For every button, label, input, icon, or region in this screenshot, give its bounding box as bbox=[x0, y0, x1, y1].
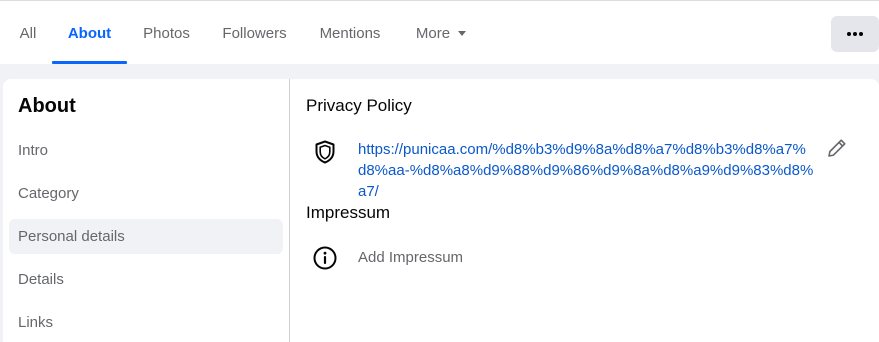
tab-more-label: More bbox=[415, 24, 451, 42]
tab-all[interactable]: All bbox=[12, 1, 44, 65]
sidebar-item-links[interactable]: Links bbox=[9, 305, 283, 340]
tab-all-label: All bbox=[19, 24, 37, 42]
tab-photos[interactable]: Photos bbox=[135, 1, 198, 65]
privacy-url-line-2: d8%aa-%d8%a8%d9%88%d9%86%d9%8a%d8%a9%d9%… bbox=[358, 162, 814, 200]
privacy-url-line-1: https://punicaa.com/%d8%b3%d9%8a%d8%a7%d… bbox=[358, 141, 806, 158]
column-divider bbox=[289, 79, 290, 342]
ellipsis-icon bbox=[847, 32, 863, 36]
caret-down-icon bbox=[458, 31, 467, 36]
sidebar-item-intro[interactable]: Intro bbox=[9, 133, 283, 168]
sidebar-item-label: Category bbox=[18, 185, 79, 202]
sidebar-item-personal-details[interactable]: Personal details bbox=[9, 219, 283, 254]
tab-followers-label: Followers bbox=[222, 24, 287, 42]
tab-about[interactable]: About bbox=[52, 1, 127, 65]
sidebar-item-label: Personal details bbox=[18, 228, 125, 245]
tab-mentions[interactable]: Mentions bbox=[309, 1, 391, 65]
more-options-button[interactable] bbox=[831, 16, 879, 52]
sidebar-item-label: Intro bbox=[18, 142, 49, 159]
tab-more[interactable]: More bbox=[405, 1, 477, 65]
active-tab-indicator bbox=[52, 61, 127, 64]
tab-followers[interactable]: Followers bbox=[212, 1, 297, 65]
sidebar-item-category[interactable]: Category bbox=[9, 176, 283, 211]
tab-about-label: About bbox=[67, 24, 112, 42]
shield-icon bbox=[312, 139, 338, 165]
sidebar-item-details[interactable]: Details bbox=[9, 262, 283, 297]
pencil-icon[interactable] bbox=[826, 137, 848, 159]
sidebar-item-label: Links bbox=[18, 314, 54, 331]
privacy-policy-heading: Privacy Policy bbox=[306, 96, 412, 115]
tab-photos-label: Photos bbox=[143, 24, 190, 42]
add-impressum-link[interactable]: Add Impressum bbox=[358, 249, 463, 266]
about-card: About Intro Category Personal details De… bbox=[3, 79, 879, 342]
tab-mentions-label: Mentions bbox=[319, 24, 381, 42]
privacy-policy-link[interactable]: https://punicaa.com/%d8%b3%d9%8a%d8%a7%d… bbox=[358, 139, 818, 202]
sidebar-item-label: Details bbox=[18, 271, 64, 288]
profile-tab-bar: All About Photos Followers Mentions More bbox=[0, 0, 879, 64]
impressum-heading: Impressum bbox=[306, 203, 391, 222]
sidebar-title: About bbox=[18, 95, 76, 117]
info-icon bbox=[312, 245, 338, 271]
